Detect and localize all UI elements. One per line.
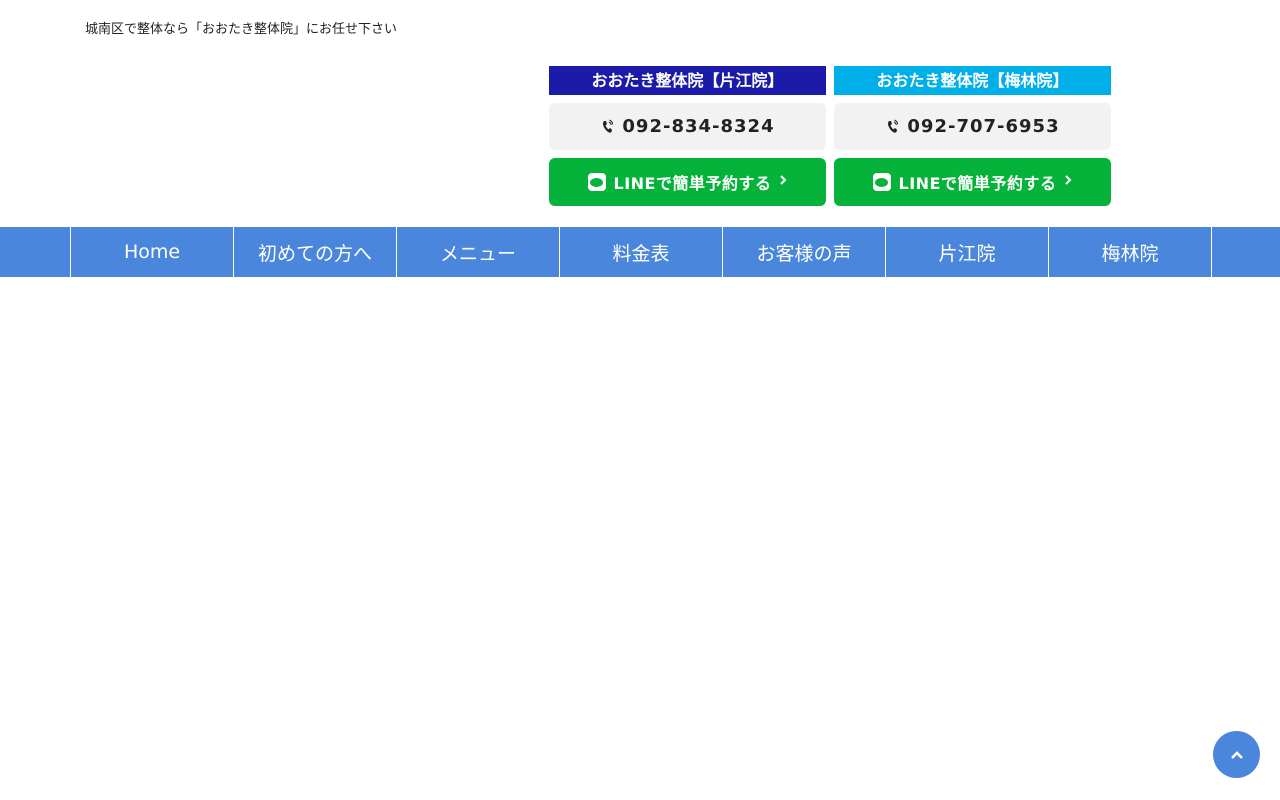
line-reserve-label-umebayashi: LINEで簡単予約する (898, 174, 1057, 193)
line-reserve-label-katae: LINEで簡単予約する (613, 174, 772, 193)
nav-item-katae[interactable]: 片江院 (886, 227, 1049, 277)
clinic-katae: おおたき整体院【片江院】 092-834-8324 LINEで簡単予約する (549, 66, 826, 206)
line-icon (872, 173, 891, 191)
chevron-right-icon (779, 174, 787, 190)
phone-button-katae[interactable]: 092-834-8324 (549, 103, 826, 150)
main-nav: Home 初めての方へ メニュー 料金表 お客様の声 片江院 梅林院 (0, 227, 1280, 277)
line-icon (587, 173, 606, 191)
nav-list: Home 初めての方へ メニュー 料金表 お客様の声 片江院 梅林院 (70, 227, 1212, 277)
scroll-to-top-button[interactable] (1213, 731, 1260, 778)
nav-item-menu[interactable]: メニュー (397, 227, 560, 277)
clinic-contact-panel: おおたき整体院【片江院】 092-834-8324 LINEで簡単予約する おお… (549, 66, 1111, 206)
line-reserve-button-umebayashi[interactable]: LINEで簡単予約する (834, 158, 1111, 206)
phone-button-umebayashi[interactable]: 092-707-6953 (834, 103, 1111, 150)
clinic-umebayashi: おおたき整体院【梅林院】 092-707-6953 LINEで簡単予約する (834, 66, 1111, 206)
chevron-up-icon (1230, 745, 1244, 764)
nav-item-testimonials[interactable]: お客様の声 (723, 227, 886, 277)
clinic-title-katae: おおたき整体院【片江院】 (549, 66, 826, 95)
phone-number-katae: 092-834-8324 (622, 116, 775, 137)
chevron-right-icon (1064, 174, 1072, 190)
phone-icon (600, 119, 614, 135)
phone-number-umebayashi: 092-707-6953 (907, 116, 1060, 137)
phone-icon (885, 119, 899, 135)
nav-item-first-visit[interactable]: 初めての方へ (234, 227, 397, 277)
nav-item-pricing[interactable]: 料金表 (560, 227, 723, 277)
line-reserve-button-katae[interactable]: LINEで簡単予約する (549, 158, 826, 206)
clinic-title-umebayashi: おおたき整体院【梅林院】 (834, 66, 1111, 95)
nav-item-home[interactable]: Home (71, 227, 234, 277)
nav-item-umebayashi[interactable]: 梅林院 (1049, 227, 1212, 277)
site-tagline: 城南区で整体なら「おおたき整体院」にお任せ下さい (85, 22, 398, 37)
